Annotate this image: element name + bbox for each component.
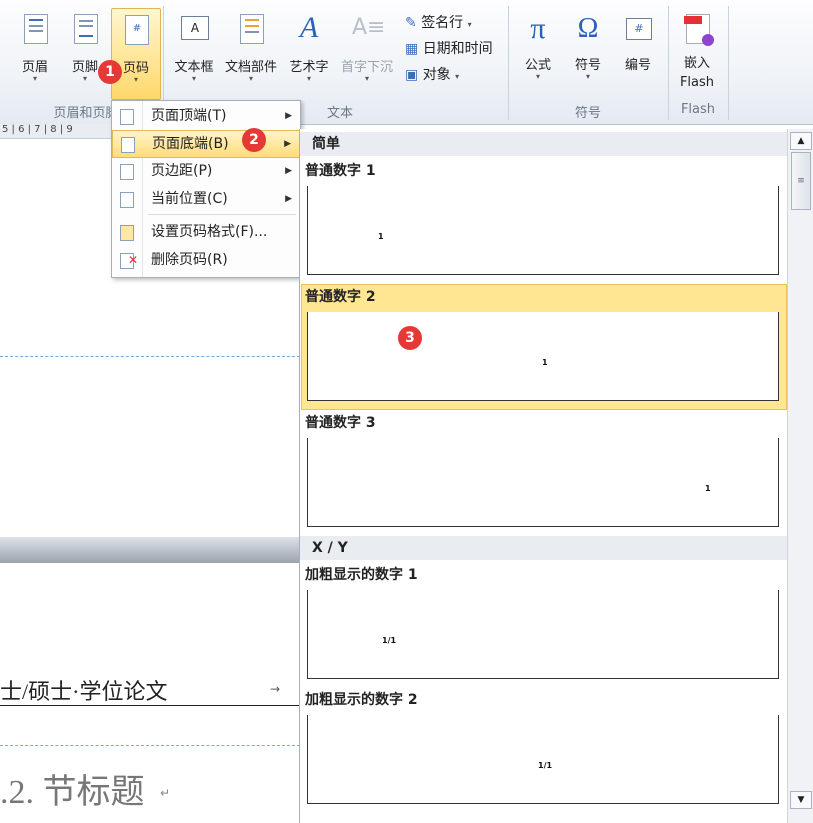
- scroll-thumb[interactable]: ≡: [791, 152, 811, 210]
- chevron-down-icon: ▾: [191, 74, 196, 83]
- chevron-down-icon: ▾: [364, 74, 369, 83]
- header-label: 页眉: [21, 60, 48, 75]
- menu-separator: [148, 214, 296, 215]
- page-number-icon: #: [121, 13, 151, 45]
- page-bottom-icon: [121, 137, 135, 153]
- numbering-label: 编号: [624, 58, 651, 73]
- pi-icon: π: [530, 12, 546, 45]
- menu-item-remove-page-numbers[interactable]: ✕ 删除页码(R): [112, 247, 300, 273]
- wordart-button[interactable]: A 艺术字 ▾: [285, 12, 333, 83]
- document-header-text: 士/硕士·学位论文: [0, 679, 168, 704]
- menu-item-current-position[interactable]: 当前位置(C) ▶: [112, 186, 300, 212]
- omega-icon: Ω: [577, 13, 599, 44]
- chevron-right-icon: ▶: [285, 166, 292, 176]
- gallery-item-label: 加粗显示的数字 1: [305, 567, 418, 583]
- chevron-right-icon: ▶: [285, 111, 292, 121]
- step-badge-2: 2: [242, 128, 266, 152]
- gallery-item-bold-number-2[interactable]: 1/1: [307, 715, 779, 804]
- category-x-y: X / Y: [300, 536, 788, 560]
- datetime-button[interactable]: ▦ 日期和时间: [405, 38, 493, 58]
- delete-x-icon: ✕: [128, 253, 139, 267]
- gallery-item-label: 普通数字 3: [305, 415, 376, 431]
- datetime-label: 日期和时间: [422, 41, 493, 57]
- gallery-item-plain-number-2[interactable]: 1: [307, 312, 779, 401]
- drop-cap-label: 首字下沉: [340, 60, 393, 75]
- header-rule: [0, 705, 300, 706]
- numbering-button[interactable]: # 编号: [616, 12, 660, 73]
- numbering-icon: #: [623, 12, 653, 44]
- chevron-down-icon: ▾: [306, 74, 311, 83]
- quick-parts-icon: [236, 12, 266, 44]
- signature-line-button[interactable]: ✎ 签名行 ▾: [405, 12, 472, 32]
- group-label-text: 文本: [326, 106, 353, 121]
- category-simple: 简单: [300, 132, 788, 156]
- flash-icon: [682, 12, 714, 46]
- signature-icon: ✎: [405, 15, 417, 31]
- gallery-item-bold-number-1[interactable]: 1/1: [307, 590, 779, 679]
- drop-cap-button[interactable]: A≡ 首字下沉 ▾: [336, 12, 398, 83]
- object-icon: ▣: [405, 67, 419, 83]
- menu-item-page-margins[interactable]: 页边距(P) ▶: [112, 158, 300, 184]
- chevron-down-icon: ▾: [585, 72, 590, 81]
- chevron-down-icon: ▾: [455, 72, 460, 81]
- group-label-flash: Flash: [680, 102, 716, 117]
- equation-label: 公式: [524, 58, 551, 73]
- calendar-icon: ▦: [405, 41, 419, 57]
- scroll-down-icon[interactable]: ▼: [790, 791, 812, 809]
- text-box-button[interactable]: A 文本框 ▾: [170, 12, 218, 83]
- page-number-menu: 页面顶端(T) ▶ 页面底端(B) ▶ 页边距(P) ▶ 当前位置(C) ▶ 设…: [111, 100, 301, 278]
- gallery-item-label: 普通数字 1: [305, 163, 376, 179]
- gallery-item-label: 普通数字 2: [305, 289, 376, 305]
- chevron-right-icon: ▶: [284, 139, 291, 149]
- chevron-down-icon: ▾: [32, 74, 37, 83]
- wordart-icon: A: [299, 11, 319, 44]
- paragraph-mark-icon: ↵: [160, 786, 171, 800]
- page-gap: [0, 537, 300, 563]
- page-number-button[interactable]: # 页码 ▾: [111, 8, 161, 100]
- signature-label: 签名行: [421, 15, 464, 31]
- menu-item-bottom-of-page[interactable]: 页面底端(B) ▶: [112, 130, 300, 158]
- header-boundary: [0, 356, 300, 357]
- section-heading: .2. 节标题: [0, 774, 145, 811]
- embed-flash-label-2: Flash: [679, 75, 715, 90]
- drop-cap-icon: A≡: [352, 15, 386, 40]
- ruler[interactable]: 5 | 6 | 7 | 8 | 9: [0, 124, 120, 139]
- quick-parts-button[interactable]: 文档部件 ▾: [220, 12, 282, 83]
- embed-flash-button[interactable]: 嵌入 Flash: [674, 12, 720, 92]
- symbol-label: 符号: [574, 58, 601, 73]
- text-box-icon: A: [179, 12, 209, 44]
- wordart-label: 艺术字: [289, 60, 329, 75]
- group-label-symbols: 符号: [574, 106, 601, 121]
- current-position-icon: [120, 192, 134, 208]
- chevron-down-icon: ▾: [248, 74, 253, 83]
- chevron-down-icon: ▾: [535, 72, 540, 81]
- embed-flash-label-1: 嵌入: [683, 56, 710, 71]
- step-badge-1: 1: [98, 60, 122, 84]
- text-box-label: 文本框: [174, 60, 214, 75]
- header-icon: [20, 12, 50, 44]
- chevron-right-icon: ▶: [285, 194, 292, 204]
- object-button[interactable]: ▣ 对象 ▾: [405, 64, 459, 84]
- page-number-gallery: 简单 普通数字 1 1 普通数字 2 1 普通数字 3 1 X / Y 加粗显示…: [299, 129, 788, 823]
- page-top-icon: [120, 109, 134, 125]
- object-label: 对象: [422, 67, 451, 83]
- tab-mark-icon: →: [270, 682, 281, 696]
- chevron-down-icon: ▾: [467, 20, 472, 29]
- step-badge-3: 3: [398, 326, 422, 350]
- scroll-up-icon[interactable]: ▲: [790, 132, 812, 150]
- format-page-number-icon: [120, 225, 134, 241]
- page-margin-icon: [120, 164, 134, 180]
- gallery-item-label: 加粗显示的数字 2: [305, 692, 418, 708]
- footer-boundary: [0, 745, 300, 746]
- menu-item-top-of-page[interactable]: 页面顶端(T) ▶: [112, 103, 300, 129]
- gallery-item-plain-number-1[interactable]: 1: [307, 186, 779, 275]
- menu-item-format-page-numbers[interactable]: 设置页码格式(F)...: [112, 219, 300, 245]
- gallery-item-plain-number-3[interactable]: 1: [307, 438, 779, 527]
- quick-parts-label: 文档部件: [224, 60, 277, 75]
- gallery-scrollbar[interactable]: ▲ ≡ ▼: [787, 129, 813, 823]
- equation-button[interactable]: π 公式 ▾: [516, 12, 560, 81]
- header-button[interactable]: 页眉 ▾: [14, 12, 56, 83]
- symbol-button[interactable]: Ω 符号 ▾: [566, 12, 610, 81]
- footer-icon: [70, 12, 100, 44]
